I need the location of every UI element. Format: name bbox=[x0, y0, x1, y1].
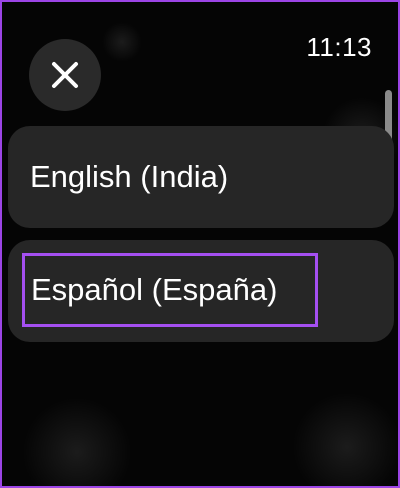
language-option-espanol-espana[interactable]: Español (España) bbox=[8, 240, 394, 342]
background-blur bbox=[22, 397, 132, 486]
language-option-english-india[interactable]: English (India) bbox=[8, 126, 394, 228]
status-time: 11:13 bbox=[306, 32, 372, 62]
close-icon bbox=[50, 60, 80, 90]
watch-screen: 11:13 English (India) Español (España) bbox=[0, 0, 400, 488]
background-blur bbox=[102, 22, 142, 62]
background-blur bbox=[292, 392, 398, 486]
selection-highlight: Español (España) bbox=[22, 253, 318, 327]
close-button[interactable] bbox=[29, 39, 101, 111]
language-label: English (India) bbox=[30, 159, 229, 194]
language-label: Español (España) bbox=[31, 272, 278, 307]
